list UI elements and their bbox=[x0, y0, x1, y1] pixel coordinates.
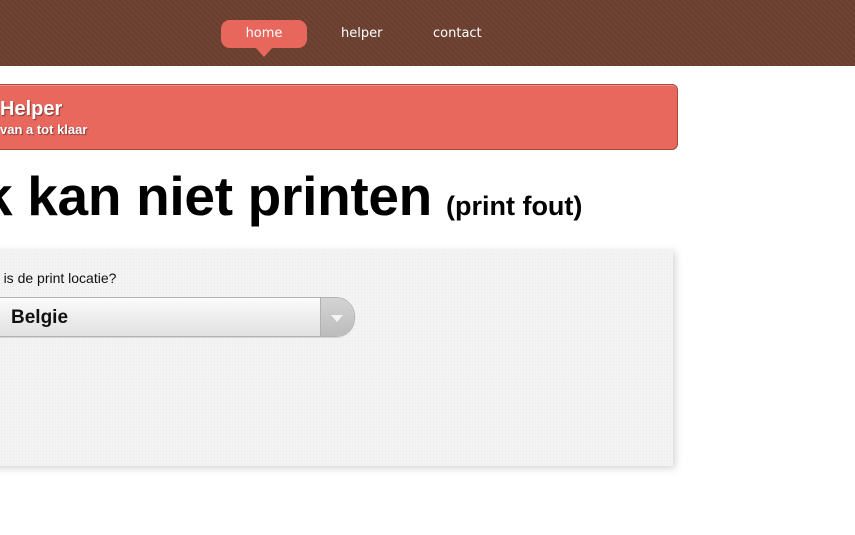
nav-item-home[interactable]: home bbox=[221, 20, 307, 57]
nav-item-home-label: home bbox=[245, 26, 283, 41]
main-nav: home helper contact bbox=[221, 20, 482, 57]
page-title: k kan niet printen (print fout) bbox=[0, 164, 582, 228]
top-navigation-bar: home helper contact bbox=[0, 0, 855, 66]
select-arrow-button[interactable] bbox=[320, 298, 354, 336]
active-pointer-icon bbox=[256, 48, 272, 57]
banner-title: Helper bbox=[0, 98, 63, 120]
nav-item-helper-label: helper bbox=[341, 26, 383, 41]
location-select-value: Belgie bbox=[11, 307, 69, 328]
nav-item-contact-label: contact bbox=[433, 26, 482, 41]
chevron-down-icon bbox=[331, 315, 343, 322]
page-title-sub: (print fout) bbox=[445, 191, 583, 221]
page-title-main: k kan niet printen bbox=[0, 165, 432, 227]
location-select[interactable]: Belgie bbox=[0, 297, 355, 337]
location-label: at is de print locatie? bbox=[0, 270, 117, 286]
nav-item-helper[interactable]: helper bbox=[341, 20, 382, 48]
nav-item-contact[interactable]: contact bbox=[433, 20, 482, 48]
site-banner: Helper van a tot klaar bbox=[0, 84, 678, 150]
banner-subtitle: van a tot klaar bbox=[0, 122, 88, 137]
